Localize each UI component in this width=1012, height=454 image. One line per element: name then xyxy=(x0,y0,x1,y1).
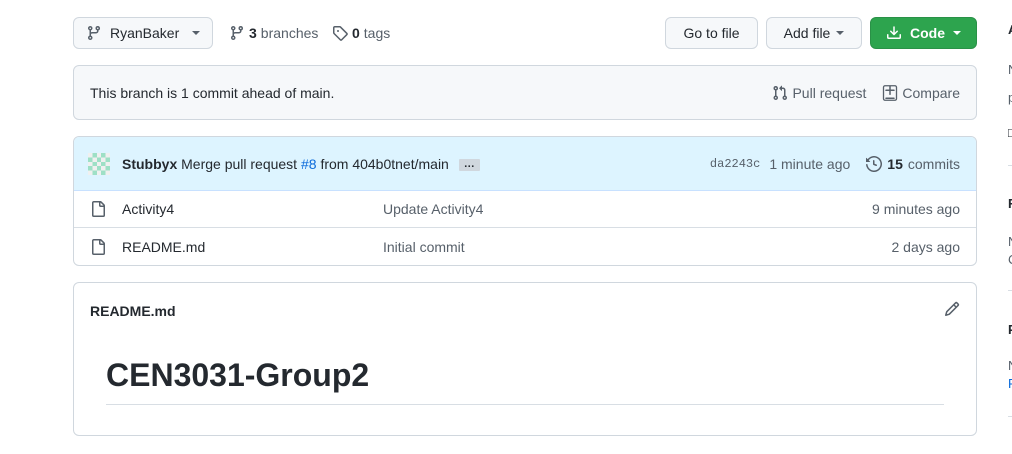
commit-message: Stubbyx Merge pull request #8 from 404b0… xyxy=(122,156,710,172)
file-commit-message-link[interactable]: Update Activity4 xyxy=(383,201,872,217)
sidebar-divider xyxy=(1008,290,1012,291)
pull-request-link[interactable]: Pull request xyxy=(772,85,866,101)
branches-label: branches xyxy=(260,25,319,41)
tags-count: 0 xyxy=(352,25,360,41)
sidebar-text-fragment: C xyxy=(1008,252,1012,267)
file-age: 9 minutes ago xyxy=(872,201,960,217)
go-to-file-button[interactable]: Go to file xyxy=(665,17,758,49)
pencil-icon[interactable] xyxy=(944,301,960,320)
branch-icon xyxy=(87,26,100,41)
branch-selector-button[interactable]: RyanBaker xyxy=(73,17,213,49)
tags-label: tags xyxy=(363,25,391,41)
avatar-identicon[interactable] xyxy=(88,152,110,175)
sidebar-text-fragment: N xyxy=(1008,358,1012,373)
chevron-down-icon xyxy=(953,31,961,35)
sidebar-divider xyxy=(1008,416,1012,417)
file-row: Activity4 Update Activity4 9 minutes ago xyxy=(74,191,976,228)
branch-name: RyanBaker xyxy=(110,25,180,41)
readme-content: CEN3031-Group2 xyxy=(74,338,976,406)
sidebar-divider xyxy=(1008,165,1012,166)
code-button[interactable]: Code xyxy=(870,17,977,49)
compare-label: Compare xyxy=(902,84,960,101)
branches-count: 3 xyxy=(249,25,257,41)
latest-commit-bar: Stubbyx Merge pull request #8 from 404b0… xyxy=(74,137,976,191)
commit-pr-link[interactable]: #8 xyxy=(301,156,317,172)
sidebar-link-fragment[interactable]: P xyxy=(1008,376,1012,391)
tags-link[interactable]: 0 tags xyxy=(332,17,390,49)
sidebar-heading-fragment: R xyxy=(1008,196,1012,211)
expand-commit-button[interactable]: … xyxy=(458,158,480,171)
download-icon xyxy=(887,26,901,39)
commit-author[interactable]: Stubbyx xyxy=(122,156,177,172)
branches-link[interactable]: 3 branches xyxy=(229,17,318,49)
branch-status-box: This branch is 1 commit ahead of main. P… xyxy=(73,65,977,120)
file-row: README.md Initial commit 2 days ago xyxy=(74,228,976,265)
file-age: 2 days ago xyxy=(891,238,961,255)
readme-header: README.md xyxy=(74,283,976,338)
pull-request-icon xyxy=(773,85,788,100)
chevron-down-icon xyxy=(192,31,200,35)
sidebar-text-fragment: p xyxy=(1008,90,1012,105)
compare-link[interactable]: Compare xyxy=(882,85,960,101)
sidebar-heading-fragment: P xyxy=(1008,322,1012,337)
compare-icon xyxy=(883,84,898,101)
file-commit-message-link[interactable]: Initial commit xyxy=(383,239,892,255)
file-icon xyxy=(90,238,106,255)
pull-request-label: Pull request xyxy=(792,84,867,101)
sidebar-text-fragment: N xyxy=(1008,62,1012,77)
sidebar-icon-fragment: □ xyxy=(1008,125,1012,140)
commit-message-prefix[interactable]: Merge pull request xyxy=(181,156,297,172)
history-icon xyxy=(866,155,883,172)
commits-count: 15 xyxy=(887,155,903,172)
tag-icon xyxy=(333,26,348,41)
branch-icon xyxy=(230,26,243,41)
file-name-link[interactable]: README.md xyxy=(122,239,383,255)
add-file-button[interactable]: Add file xyxy=(766,17,862,49)
commit-time: 1 minute ago xyxy=(769,155,851,172)
commits-label: commits xyxy=(907,155,960,172)
branch-status-message: This branch is 1 commit ahead of main. xyxy=(90,84,335,101)
add-file-label: Add file xyxy=(783,25,831,41)
commit-message-suffix[interactable]: from 404b0tnet/main xyxy=(320,156,448,172)
chevron-down-icon xyxy=(836,31,845,35)
file-name-link[interactable]: Activity4 xyxy=(122,201,383,217)
readme-title-link[interactable]: README.md xyxy=(90,303,944,319)
commit-sha-link[interactable]: da2243c xyxy=(710,157,760,171)
sidebar-heading-fragment: A xyxy=(1008,22,1012,37)
file-icon xyxy=(90,201,106,217)
sidebar-text-fragment: N xyxy=(1008,234,1012,249)
about-sidebar-clipped: A N p □ R N C P N P xyxy=(1006,0,1012,454)
file-listing: Stubbyx Merge pull request #8 from 404b0… xyxy=(73,136,977,266)
readme-heading: CEN3031-Group2 xyxy=(106,356,944,406)
commits-history-link[interactable]: 15 commits xyxy=(866,156,960,172)
readme-panel: README.md CEN3031-Group2 xyxy=(73,282,977,436)
code-label: Code xyxy=(910,25,945,41)
